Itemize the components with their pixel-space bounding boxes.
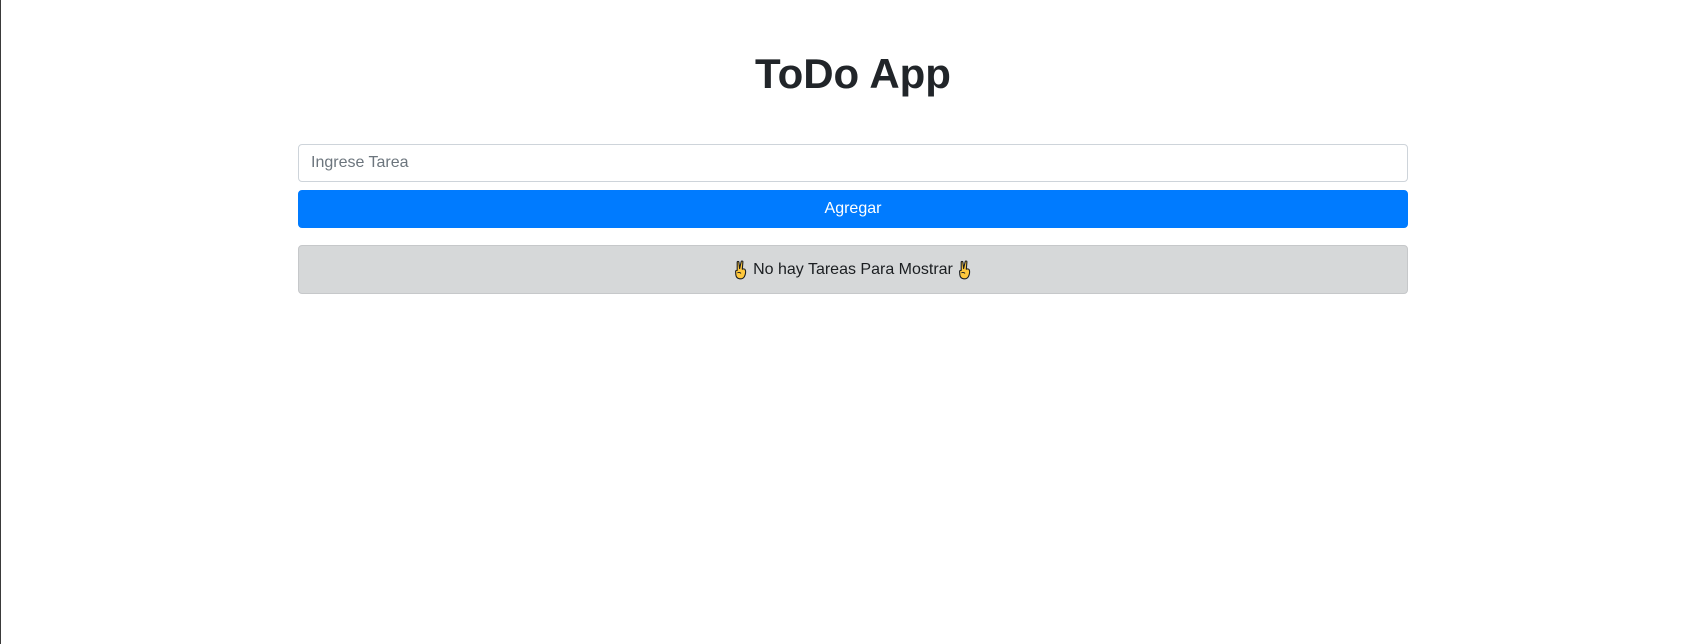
add-task-button[interactable]: Agregar <box>298 190 1408 228</box>
empty-tasks-alert: No hay Tareas Para Mostrar <box>298 245 1408 294</box>
victory-hand-icon <box>733 259 749 280</box>
empty-tasks-message: No hay Tareas Para Mostrar <box>753 260 953 278</box>
page-title: ToDo App <box>755 50 951 97</box>
app-window: ToDo App Agregar No hay Tareas Para Most… <box>0 0 1704 644</box>
task-input[interactable] <box>298 144 1408 182</box>
victory-hand-icon <box>957 259 973 280</box>
